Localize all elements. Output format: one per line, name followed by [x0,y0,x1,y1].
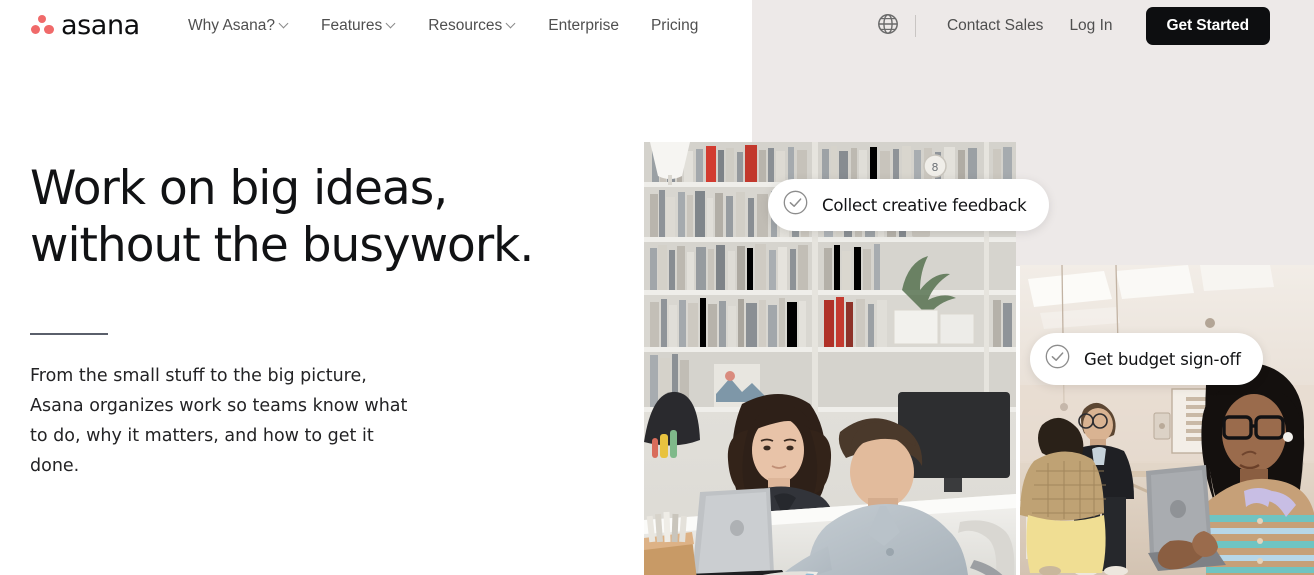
asana-logo-icon [30,14,54,37]
contact-sales-link[interactable]: Contact Sales [934,17,1057,35]
asana-landing-page: 8 asana Why Asana? Features Resources En… [0,0,1314,575]
hero-description: From the small stuff to the big picture,… [30,366,408,476]
chevron-down-icon [387,20,396,29]
nav-item-features[interactable]: Features [305,17,412,35]
badge-collect-creative-feedback: Collect creative feedback [768,179,1049,231]
asana-wordmark: asana [61,10,140,41]
studio-woman-laptop-photo [1020,265,1314,575]
primary-navigation: Why Asana? Features Resources Enterprise… [188,0,714,52]
badge-label: Get budget sign-off [1084,349,1241,369]
nav-label: Enterprise [548,17,619,34]
language-selector[interactable] [871,9,905,43]
site-header: asana Why Asana? Features Resources Ente… [0,0,1314,52]
log-in-link[interactable]: Log In [1056,17,1125,35]
page-title: Work on big ideas, without the busywork. [30,161,534,273]
svg-text:8: 8 [932,161,939,174]
get-started-button[interactable]: Get Started [1145,7,1270,45]
asana-logo[interactable]: asana [30,12,140,39]
nav-item-enterprise[interactable]: Enterprise [532,17,635,35]
nav-item-why-asana[interactable]: Why Asana? [188,17,305,35]
badge-label: Collect creative feedback [822,195,1027,215]
utility-navigation: Contact Sales Log In Get Started [871,0,1314,52]
nav-label: Pricing [650,17,699,34]
hero-content: Work on big ideas, without the busywork.… [30,160,630,481]
nav-label: Why Asana? [188,17,276,34]
nav-item-resources[interactable]: Resources [412,17,532,35]
nav-label: Features [321,17,383,34]
globe-icon [877,13,899,40]
chevron-down-icon [280,20,289,29]
utility-divider [914,15,916,37]
nav-item-pricing[interactable]: Pricing [635,17,714,35]
chevron-down-icon [507,20,516,29]
check-circle-icon [783,190,808,220]
check-circle-icon [1045,344,1070,374]
hero-divider [30,333,108,335]
badge-get-budget-sign-off: Get budget sign-off [1030,333,1263,385]
nav-label: Resources [428,17,503,34]
